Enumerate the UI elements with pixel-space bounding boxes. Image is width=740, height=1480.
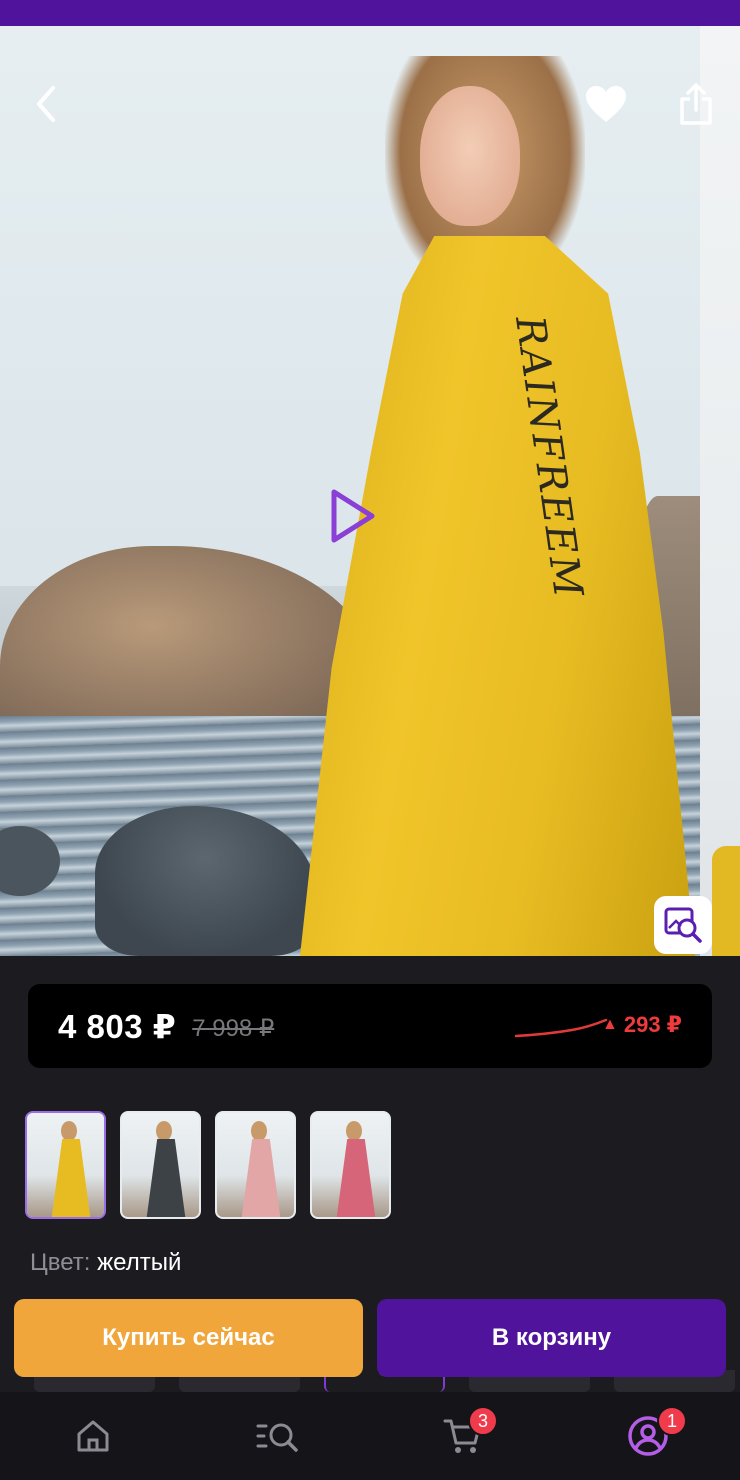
tab-profile[interactable]: 1 — [555, 1392, 740, 1480]
arrow-up-icon: ▲ — [602, 1016, 618, 1033]
tab-home[interactable] — [0, 1392, 185, 1480]
current-price: 4 803 ₽ — [58, 1007, 177, 1045]
color-selection: Цвет: желтый — [30, 1249, 181, 1277]
color-value: желтый — [97, 1249, 182, 1276]
heart-icon — [586, 86, 626, 122]
play-video-button[interactable] — [322, 486, 382, 546]
catalog-search-icon — [256, 1423, 298, 1452]
image-search-button[interactable] — [654, 896, 712, 954]
status-strip — [0, 0, 740, 26]
next-image-peek[interactable] — [700, 26, 740, 956]
image-search-icon — [664, 907, 702, 943]
thumbnail-light-pink[interactable] — [215, 1111, 296, 1219]
tab-cart[interactable]: 3 — [370, 1392, 555, 1480]
play-icon — [331, 489, 375, 543]
share-button[interactable] — [672, 78, 720, 130]
price-card: 4 803 ₽ 7 998 ₽ ▲ 293 ₽ — [28, 984, 712, 1068]
price-history-sparkline[interactable] — [514, 1002, 608, 1042]
color-label: Цвет: — [30, 1249, 91, 1276]
chevron-left-icon — [37, 86, 55, 122]
old-price: 7 998 ₽ — [192, 1014, 275, 1042]
add-to-cart-button[interactable]: В корзину — [377, 1299, 726, 1377]
share-icon — [680, 83, 712, 125]
thumbnail-pink[interactable] — [310, 1111, 391, 1219]
price-change-value: 293 ₽ — [623, 1012, 682, 1037]
favorite-button[interactable] — [580, 80, 632, 128]
profile-badge: 1 — [657, 1406, 687, 1436]
cart-badge: 3 — [468, 1406, 498, 1436]
product-image[interactable]: RAINFREEM — [0, 26, 740, 956]
tab-catalog[interactable] — [185, 1392, 370, 1480]
color-thumbnails — [25, 1111, 391, 1219]
price-change: ▲ 293 ₽ — [602, 1012, 682, 1038]
thumbnail-yellow[interactable] — [25, 1111, 106, 1219]
home-icon — [77, 1420, 108, 1452]
bottom-tab-bar: 3 1 — [0, 1392, 740, 1480]
thumbnail-black[interactable] — [120, 1111, 201, 1219]
buy-now-button[interactable]: Купить сейчас — [14, 1299, 363, 1377]
back-button[interactable] — [22, 80, 70, 128]
